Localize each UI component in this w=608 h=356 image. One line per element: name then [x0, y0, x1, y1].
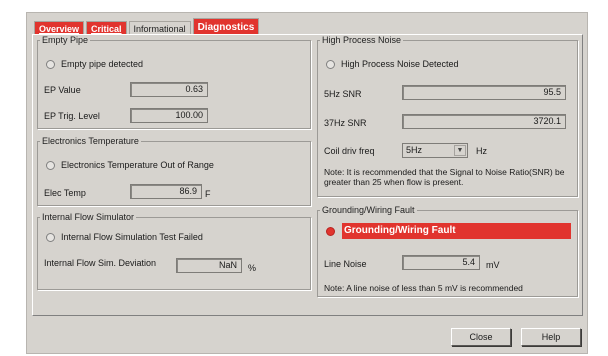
flow-simulator-indicator-icon — [46, 232, 55, 242]
tab-diagnostics[interactable]: Diagnostics — [192, 18, 260, 35]
high-process-noise-title: High Process Noise — [322, 35, 402, 45]
elec-temp-label: Elec Temp — [44, 188, 86, 198]
line-noise-note: Note: A line noise of less than 5 mV is … — [324, 283, 523, 293]
ep-trig-field: 100.00 — [130, 108, 208, 123]
electronics-temp-indicator-icon — [46, 160, 55, 170]
empty-pipe-title: Empty Pipe — [42, 35, 89, 45]
electronics-temperature-title: Electronics Temperature — [42, 136, 139, 146]
tab-bar: Overview Critical Informational Diagnost… — [34, 17, 261, 35]
high-noise-status: High Process Noise Detected — [326, 59, 459, 69]
grounding-fault-banner: Grounding/Wiring Fault — [342, 223, 571, 239]
flow-simulator-status-label: Internal Flow Simulation Test Failed — [61, 232, 203, 242]
coil-freq-select[interactable]: 5Hz ▼ — [402, 143, 468, 158]
snr-note: Note: It is recommended that the Signal … — [324, 167, 565, 187]
electronics-temp-status: Electronics Temperature Out of Range — [46, 160, 214, 170]
deviation-field: NaN — [176, 258, 242, 273]
snr37-field: 3720.1 — [402, 114, 566, 129]
snr5-field: 95.5 — [402, 85, 566, 100]
electronics-temperature-group: Electronics Temperature Electronics Temp… — [37, 136, 311, 206]
coil-freq-unit: Hz — [476, 146, 487, 156]
grounding-status — [326, 227, 341, 236]
high-noise-status-label: High Process Noise Detected — [341, 59, 459, 69]
empty-pipe-group: Empty Pipe Empty pipe detected EP Value … — [37, 35, 311, 129]
deviation-unit: % — [248, 263, 257, 273]
empty-pipe-status-label: Empty pipe detected — [61, 59, 144, 69]
snr37-label: 37Hz SNR — [324, 118, 367, 128]
diagnostics-dialog: Overview Critical Informational Diagnost… — [26, 12, 588, 354]
empty-pipe-status: Empty pipe detected — [46, 59, 143, 69]
ep-value-field: 0.63 — [130, 82, 208, 97]
flow-simulator-status: Internal Flow Simulation Test Failed — [46, 232, 203, 242]
flow-simulator-group: Internal Flow Simulator Internal Flow Si… — [37, 212, 311, 290]
help-button[interactable]: Help — [521, 328, 581, 346]
high-noise-indicator-icon — [326, 59, 335, 69]
close-button[interactable]: Close — [451, 328, 511, 346]
ep-trig-label: EP Trig. Level — [44, 111, 100, 121]
chevron-down-icon[interactable]: ▼ — [454, 145, 466, 156]
tab-overview[interactable]: Overview — [34, 21, 85, 35]
electronics-temp-status-label: Electronics Temperature Out of Range — [61, 160, 214, 170]
elec-temp-field: 86.9 — [130, 184, 202, 199]
snr5-label: 5Hz SNR — [324, 89, 362, 99]
grounding-fault-group: Grounding/Wiring Fault Grounding/Wiring … — [317, 205, 578, 297]
empty-pipe-indicator-icon — [46, 59, 55, 69]
coil-freq-label: Coil driv freq — [324, 146, 375, 156]
line-noise-label: Line Noise — [324, 259, 367, 269]
line-noise-field: 5.4 — [402, 255, 480, 270]
flow-simulator-title: Internal Flow Simulator — [42, 212, 135, 222]
tab-critical[interactable]: Critical — [86, 21, 127, 35]
line-noise-unit: mV — [486, 260, 500, 270]
high-process-noise-group: High Process Noise High Process Noise De… — [317, 35, 578, 197]
diagnostics-panel: Empty Pipe Empty pipe detected EP Value … — [32, 34, 583, 316]
grounding-fault-title: Grounding/Wiring Fault — [322, 205, 415, 215]
tab-informational[interactable]: Informational — [128, 21, 191, 35]
elec-temp-unit: F — [205, 189, 211, 199]
grounding-indicator-icon — [326, 227, 335, 236]
ep-value-label: EP Value — [44, 85, 81, 95]
coil-freq-value: 5Hz — [406, 145, 423, 155]
deviation-label: Internal Flow Sim. Deviation — [44, 258, 157, 268]
